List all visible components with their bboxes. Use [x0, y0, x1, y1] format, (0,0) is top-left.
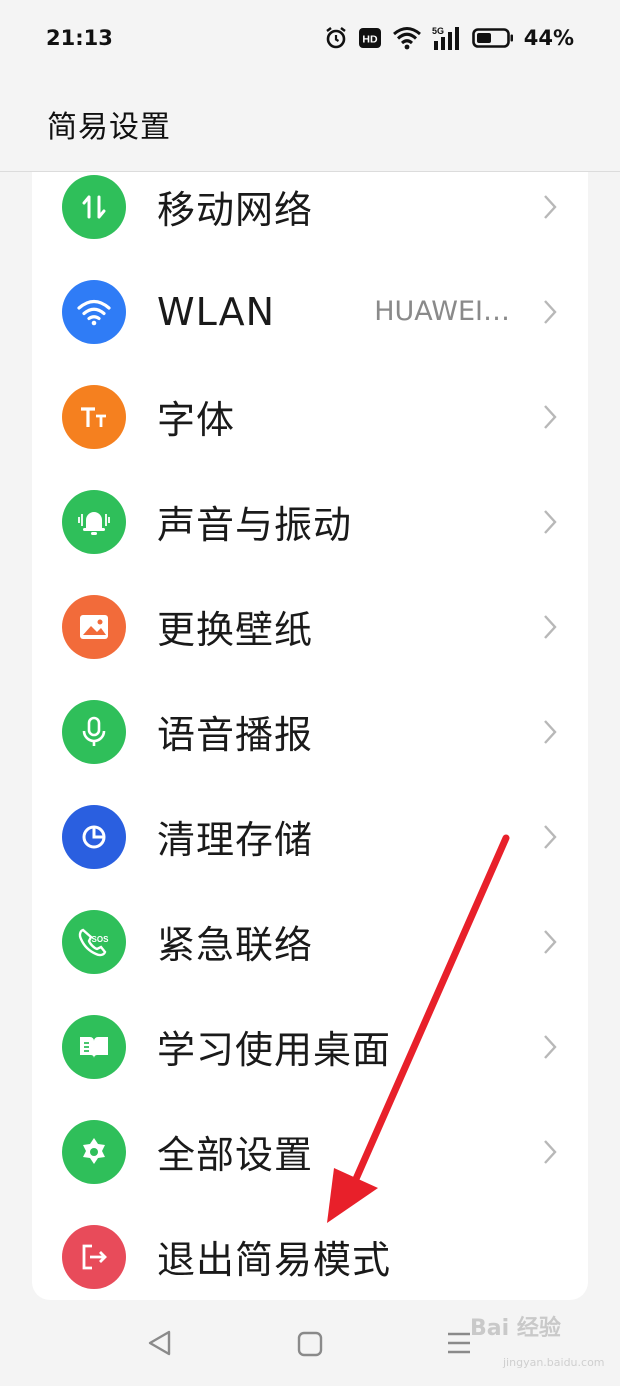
exit-icon: [62, 1224, 126, 1289]
chevron-right-icon: [544, 824, 557, 849]
settings-item-emergency[interactable]: SOS 紧急联络: [32, 889, 588, 994]
settings-item-all-settings[interactable]: 全部设置: [32, 1099, 588, 1204]
hd-label: HD: [362, 34, 378, 46]
chevron-right-icon: [544, 614, 557, 639]
settings-item-label: 紧急联络: [157, 923, 314, 967]
chevron-right-icon: [544, 194, 557, 219]
watermark-logo: Bai 经验: [470, 1316, 561, 1341]
back-icon[interactable]: [145, 1328, 175, 1358]
settings-item-label: 声音与振动: [157, 503, 353, 547]
settings-item-label: 清理存储: [157, 818, 314, 862]
battery-percent: 44%: [523, 26, 574, 50]
gear-icon: [62, 1119, 126, 1184]
settings-item-wlan[interactable]: WLAN HUAWEI…: [32, 259, 588, 364]
alarm-icon: [324, 26, 348, 50]
settings-item-voice[interactable]: 语音播报: [32, 679, 588, 784]
settings-item-label: 字体: [157, 398, 236, 442]
navigation-bar: [0, 1300, 620, 1386]
watermark-url: jingyan.baidu.com: [503, 1356, 605, 1369]
settings-item-label: 退出简易模式: [157, 1238, 392, 1282]
settings-item-wallpaper[interactable]: 更换壁纸: [32, 574, 588, 679]
settings-item-exit-simple-mode[interactable]: 退出简易模式: [32, 1204, 588, 1300]
signal-5g-icon: 5G: [432, 25, 462, 51]
image-icon: [62, 594, 126, 659]
book-icon: [62, 1014, 126, 1079]
chevron-right-icon: [544, 404, 557, 429]
status-indicators: HD 5G 44%: [324, 25, 574, 51]
settings-item-learn-desktop[interactable]: 学习使用桌面: [32, 994, 588, 1099]
wifi-icon: [62, 279, 126, 344]
chevron-right-icon: [544, 509, 557, 534]
chevron-right-icon: [544, 929, 557, 954]
settings-item-label: WLAN: [157, 289, 276, 334]
status-time: 21:13: [46, 26, 113, 50]
svg-text:SOS: SOS: [92, 935, 110, 944]
bell-icon: [62, 489, 126, 554]
page-header: 简易设置: [0, 76, 620, 172]
wlan-network-name: HUAWEI…: [374, 296, 510, 327]
chevron-right-icon: [544, 1034, 557, 1059]
hd-icon: HD: [358, 27, 382, 49]
chevron-right-icon: [544, 1139, 557, 1164]
microphone-icon: [62, 699, 126, 764]
chevron-right-icon: [544, 719, 557, 744]
storage-pie-icon: [62, 804, 126, 869]
settings-item-label: 语音播报: [157, 713, 314, 757]
network-label: 5G: [432, 26, 444, 36]
page-title: 简易设置: [47, 109, 171, 145]
mobile-data-icon: [62, 174, 126, 239]
font-icon: [62, 384, 126, 449]
settings-item-label: 移动网络: [157, 188, 314, 232]
status-bar: 21:13 HD 5G 44%: [0, 0, 620, 76]
battery-icon: [471, 27, 514, 49]
wifi-icon: [392, 26, 422, 50]
settings-item-font[interactable]: 字体: [32, 364, 588, 469]
settings-item-mobile-network[interactable]: 移动网络: [32, 172, 588, 259]
sos-phone-icon: SOS: [62, 909, 126, 974]
settings-item-label: 更换壁纸: [157, 608, 314, 652]
chevron-right-icon: [544, 299, 557, 324]
settings-item-sound[interactable]: 声音与振动: [32, 469, 588, 574]
home-icon[interactable]: [296, 1330, 324, 1358]
settings-item-storage[interactable]: 清理存储: [32, 784, 588, 889]
settings-item-label: 学习使用桌面: [157, 1028, 392, 1072]
settings-list: 移动网络 WLAN HUAWEI… 字体 声音与振动 更换壁纸 语音播报 清理存…: [32, 172, 588, 1300]
settings-item-label: 全部设置: [157, 1133, 314, 1177]
